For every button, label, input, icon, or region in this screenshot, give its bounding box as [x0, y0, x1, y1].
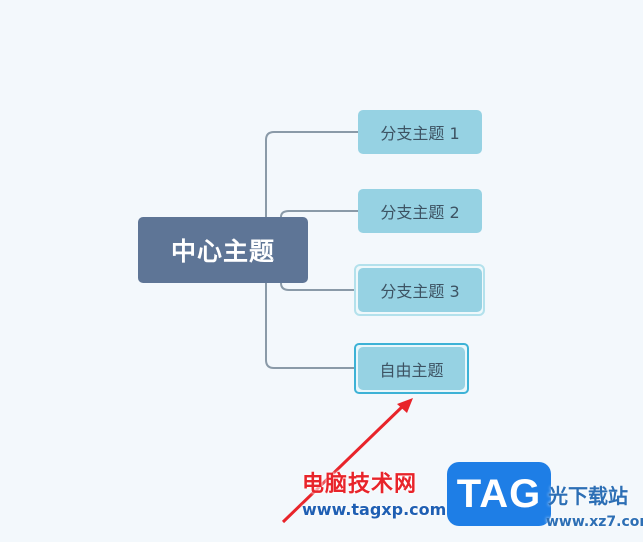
watermark-side-text: 光下载站 — [548, 484, 628, 508]
watermark-side-url: www.xz7.com — [546, 514, 643, 530]
watermark-site-name: 电脑技术网 — [302, 472, 418, 497]
branch-topic-1[interactable]: 分支主题 1 — [358, 110, 482, 154]
connector-branch-1 — [265, 131, 358, 217]
central-topic[interactable]: 中心主题 — [138, 217, 308, 283]
connector-branch-3 — [280, 282, 358, 291]
branch-topic-2[interactable]: 分支主题 2 — [358, 189, 482, 233]
tag-logo: TAG — [447, 462, 551, 526]
connector-free-topic — [265, 283, 354, 369]
watermark-site-url: www.tagxp.com — [302, 500, 447, 519]
branch-topic-3[interactable]: 分支主题 3 — [358, 268, 482, 312]
mindmap-canvas — [265, 131, 413, 524]
free-topic[interactable]: 自由主题 — [358, 347, 465, 390]
